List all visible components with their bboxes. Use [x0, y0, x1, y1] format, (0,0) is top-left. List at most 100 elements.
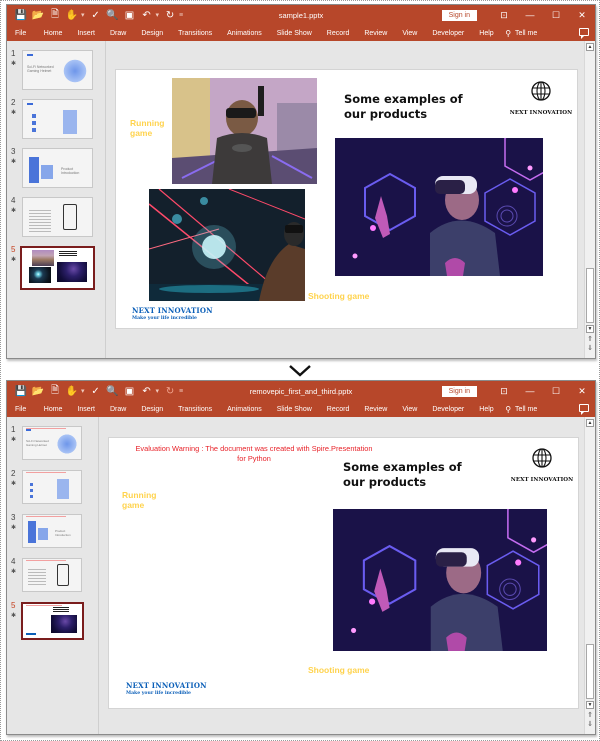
save-icon[interactable]: 💾: [13, 7, 29, 23]
redo-icon[interactable]: ↻: [162, 383, 178, 399]
minimize-icon[interactable]: —: [517, 386, 543, 396]
tab-slide-show[interactable]: Slide Show: [269, 30, 319, 37]
scroll-up-button[interactable]: ▲: [586, 43, 594, 51]
maximize-icon[interactable]: ☐: [543, 386, 569, 397]
sign-in-button[interactable]: Sign in: [441, 9, 477, 21]
spelling-icon[interactable]: ✓: [88, 383, 104, 399]
tell-me-search[interactable]: ⚲ Tell me: [501, 405, 537, 414]
new-file-icon[interactable]: 🗎: [47, 7, 63, 23]
customize-icon[interactable]: ≡: [179, 12, 183, 19]
thumbnail-image: [22, 470, 82, 504]
tab-help[interactable]: Help: [472, 30, 501, 37]
tab-insert[interactable]: Insert: [70, 406, 103, 413]
shooting-game-photo[interactable]: [149, 189, 305, 301]
undo-icon[interactable]: ↶: [139, 383, 155, 399]
slide-thumbnail-1[interactable]: 1 ✱ Sci-Fi Networked Gaming Helmet: [7, 425, 106, 473]
tab-transitions[interactable]: Transitions: [171, 30, 220, 37]
shooting-game-label[interactable]: Shooting game: [308, 665, 369, 675]
tab-draw[interactable]: Draw: [102, 30, 133, 37]
spelling-icon[interactable]: ✓: [88, 7, 104, 23]
tab-review[interactable]: Review: [357, 406, 395, 413]
close-icon[interactable]: ✕: [569, 10, 595, 21]
slide-heading[interactable]: Some examples of our products: [344, 92, 463, 122]
print-preview-icon[interactable]: 🔍: [105, 383, 121, 399]
tab-home[interactable]: Home: [36, 406, 70, 413]
close-icon[interactable]: ✕: [569, 386, 595, 397]
slide-thumbnail-3[interactable]: 3 ✱ Product Introduction: [7, 147, 106, 195]
tab-design[interactable]: Design: [134, 406, 171, 413]
minimize-icon[interactable]: —: [517, 10, 543, 20]
tab-developer[interactable]: Developer: [425, 30, 472, 37]
next-slide-icon[interactable]: ⇓: [586, 345, 594, 353]
tab-help[interactable]: Help: [472, 406, 501, 413]
tab-insert[interactable]: Insert: [70, 30, 103, 37]
scroll-up-button[interactable]: ▲: [586, 419, 594, 427]
undo-dropdown-icon[interactable]: ▾: [156, 387, 160, 395]
comments-icon[interactable]: [579, 28, 589, 39]
running-game-label[interactable]: Running game: [130, 118, 164, 138]
scroll-down-button[interactable]: ▼: [586, 325, 594, 333]
touch-mode-icon[interactable]: ✋: [64, 383, 80, 399]
customize-icon[interactable]: ≡: [179, 388, 183, 395]
vertical-scrollbar[interactable]: ▲ ▼ ⇑ ⇓: [584, 41, 595, 358]
ribbon-display-icon[interactable]: ⊡: [491, 386, 517, 397]
slide-thumbnail-4[interactable]: 4 ✱: [7, 196, 106, 244]
open-folder-icon[interactable]: 📂: [30, 383, 46, 399]
slide-canvas[interactable]: Evaluation Warning : The document was cr…: [108, 437, 579, 709]
print-preview-icon[interactable]: 🔍: [105, 7, 121, 23]
present-icon[interactable]: ▣: [122, 7, 138, 23]
slide-number: 2: [11, 469, 16, 478]
slide-thumbnail-5[interactable]: 5 ✱: [7, 601, 106, 649]
dropdown-arrow-icon[interactable]: ▾: [81, 11, 85, 19]
touch-mode-icon[interactable]: ✋: [64, 7, 80, 23]
tab-animations[interactable]: Animations: [220, 406, 270, 413]
tab-record[interactable]: Record: [319, 406, 357, 413]
previous-slide-icon[interactable]: ⇑: [586, 712, 594, 720]
vertical-scrollbar[interactable]: ▲ ▼ ⇑ ⇓: [584, 417, 595, 734]
slide-thumbnail-1[interactable]: 1 ✱ Sci-Fi Networked Gaming Helmet: [7, 49, 106, 97]
tab-file[interactable]: File: [7, 406, 36, 413]
open-folder-icon[interactable]: 📂: [30, 7, 46, 23]
tell-me-search[interactable]: ⚲ Tell me: [501, 29, 537, 38]
slide-canvas[interactable]: Running game Some examples of our produc…: [115, 69, 578, 329]
tab-developer[interactable]: Developer: [425, 406, 472, 413]
tab-review[interactable]: Review: [357, 30, 395, 37]
maximize-icon[interactable]: ☐: [543, 10, 569, 21]
scroll-thumb[interactable]: [586, 644, 594, 699]
comments-icon[interactable]: [579, 404, 589, 415]
vr-headset-photo[interactable]: [335, 138, 543, 276]
present-icon[interactable]: ▣: [122, 383, 138, 399]
tab-view[interactable]: View: [395, 406, 425, 413]
tab-view[interactable]: View: [395, 30, 425, 37]
tab-home[interactable]: Home: [36, 30, 70, 37]
shooting-game-label[interactable]: Shooting game: [308, 291, 369, 301]
running-game-label[interactable]: Running game: [122, 490, 156, 510]
tab-design[interactable]: Design: [134, 30, 171, 37]
slide-thumbnail-5[interactable]: 5 ✱: [7, 245, 106, 293]
tab-record[interactable]: Record: [319, 30, 357, 37]
redo-icon[interactable]: ↻: [162, 7, 178, 23]
tab-slide-show[interactable]: Slide Show: [269, 406, 319, 413]
slide-thumbnail-3[interactable]: 3 ✱ Product Introduction: [7, 513, 106, 561]
ribbon-display-icon[interactable]: ⊡: [491, 10, 517, 21]
scroll-down-button[interactable]: ▼: [586, 701, 594, 709]
running-game-photo[interactable]: [172, 78, 317, 184]
next-slide-icon[interactable]: ⇓: [586, 721, 594, 729]
slide-heading[interactable]: Some examples of our products: [343, 460, 462, 490]
slide-thumbnail-2[interactable]: 2 ✱: [7, 98, 106, 146]
slide-thumbnail-4[interactable]: 4 ✱: [7, 557, 106, 605]
save-icon[interactable]: 💾: [13, 383, 29, 399]
tab-file[interactable]: File: [7, 30, 36, 37]
scroll-thumb[interactable]: [586, 268, 594, 323]
undo-dropdown-icon[interactable]: ▾: [156, 11, 160, 19]
previous-slide-icon[interactable]: ⇑: [586, 336, 594, 344]
tab-animations[interactable]: Animations: [220, 30, 270, 37]
dropdown-arrow-icon[interactable]: ▾: [81, 387, 85, 395]
slide-thumbnail-2[interactable]: 2 ✱: [7, 469, 106, 517]
tab-transitions[interactable]: Transitions: [171, 406, 220, 413]
tab-draw[interactable]: Draw: [102, 406, 133, 413]
sign-in-button[interactable]: Sign in: [441, 385, 477, 397]
new-file-icon[interactable]: 🗎: [47, 383, 63, 399]
vr-headset-photo[interactable]: [333, 509, 547, 651]
undo-icon[interactable]: ↶: [139, 7, 155, 23]
